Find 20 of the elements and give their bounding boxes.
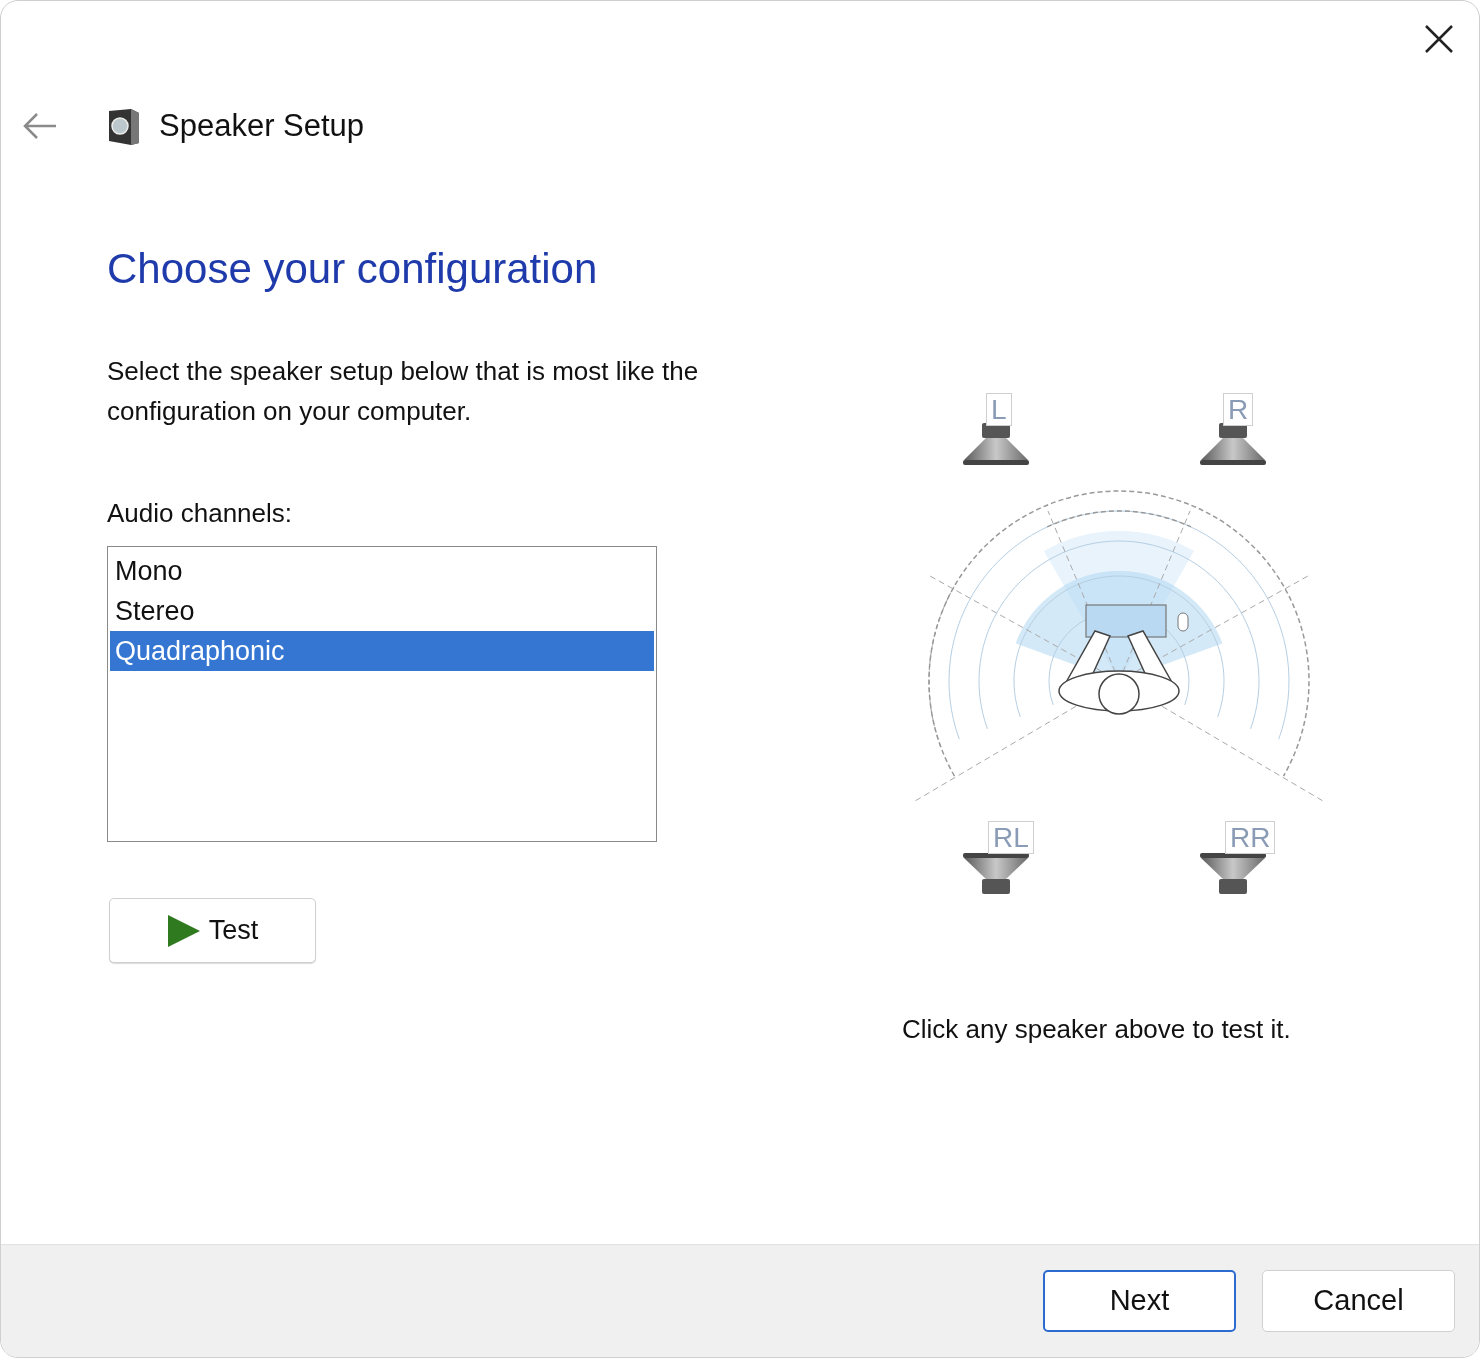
cancel-button[interactable]: Cancel	[1262, 1270, 1455, 1332]
speaker-icon	[962, 423, 1030, 465]
window-title: Speaker Setup	[159, 106, 365, 145]
close-icon	[1424, 24, 1454, 54]
channels-label: Audio channels:	[107, 497, 293, 530]
next-button[interactable]: Next	[1043, 1270, 1236, 1332]
list-item[interactable]: Mono	[110, 551, 654, 591]
list-item[interactable]: Quadraphonic	[110, 631, 654, 671]
test-button[interactable]: Test	[109, 898, 316, 963]
page-heading: Choose your configuration	[107, 244, 599, 294]
channels-listbox[interactable]: Mono Stereo Quadraphonic	[107, 546, 657, 842]
play-icon	[166, 913, 201, 948]
description-text: Select the speaker setup below that is most like the configuration on your computer.	[107, 355, 700, 428]
speaker-box-icon	[107, 107, 141, 145]
speaker-icon	[1199, 423, 1267, 465]
list-item[interactable]: Stereo	[110, 591, 654, 631]
speaker-icon	[1199, 853, 1267, 895]
caption-text: Click any speaker above to test it.	[902, 1013, 1291, 1046]
back-arrow-icon	[22, 112, 58, 140]
speaker-icon	[962, 853, 1030, 895]
